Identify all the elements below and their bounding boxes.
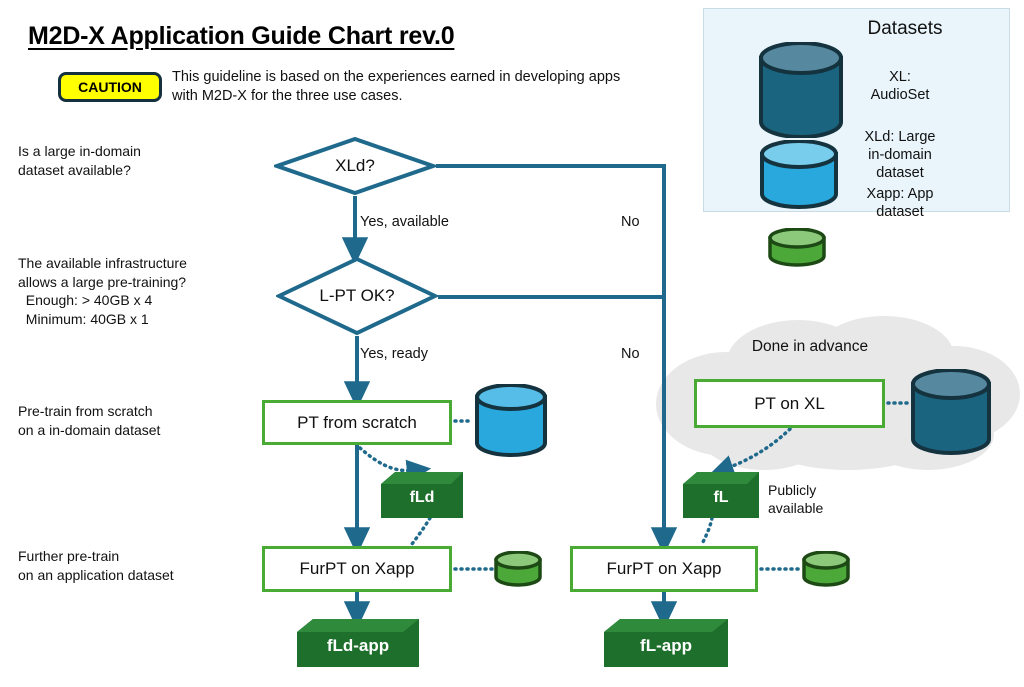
caution-badge: CAUTION	[58, 72, 162, 102]
process-furpt-on-xapp-left[interactable]: FurPT on Xapp	[262, 546, 452, 592]
question-label-2: The available infrastructure allows a la…	[18, 255, 187, 327]
process-pt-from-scratch-label: PT from scratch	[297, 412, 417, 432]
decision-xld[interactable]: XLd?	[274, 136, 436, 196]
process-pt-on-xl[interactable]: PT on XL	[694, 379, 885, 428]
process-furpt-on-xapp-right[interactable]: FurPT on Xapp	[570, 546, 758, 592]
caution-badge-label: CAUTION	[78, 79, 142, 95]
model-fld[interactable]: fLd	[381, 472, 463, 518]
database-cylinder-xapp-flow-right-icon	[801, 551, 851, 591]
edge-label-yes-available: Yes, available	[360, 214, 449, 230]
guide-chart-page: M2D-X Application Guide Chart rev.0 CAUT…	[0, 0, 1024, 687]
datasets-legend-title: Datasets	[867, 18, 943, 39]
model-fld-label: fLd	[409, 489, 435, 506]
question-label-1: Is a large in-domain dataset available?	[18, 143, 141, 178]
page-title: M2D-X Application Guide Chart rev.0	[28, 22, 455, 50]
model-fl[interactable]: fL	[683, 472, 759, 518]
database-cylinder-xl-flow-icon	[908, 369, 994, 459]
process-furpt-on-xapp-right-label: FurPT on Xapp	[606, 559, 722, 578]
model-fl-app[interactable]: fL-app	[604, 619, 728, 667]
process-pt-from-scratch[interactable]: PT from scratch	[262, 400, 452, 445]
publicly-available-note: Publicly available	[768, 482, 824, 516]
edge-label-no-1: No	[621, 214, 640, 230]
process-pt-on-xl-label: PT on XL	[754, 393, 825, 413]
model-fl-app-label: fL-app	[640, 636, 692, 655]
decision-xld-label: XLd?	[335, 156, 375, 175]
decision-lpt-label: L-PT OK?	[319, 286, 395, 305]
decision-lpt[interactable]: L-PT OK?	[276, 256, 438, 336]
question-label-4: Further pre-train on an application data…	[18, 548, 174, 583]
model-fl-label: fL	[713, 489, 729, 506]
database-cylinder-xapp-flow-left-icon	[493, 551, 543, 591]
cloud-label: Done in advance	[751, 338, 869, 355]
edge-label-no-2: No	[621, 346, 640, 362]
model-fld-app-label: fLd-app	[326, 636, 390, 655]
database-cylinder-xld-flow-icon	[473, 384, 549, 462]
legend-label-xld: XLd: Large in-domain dataset	[864, 129, 936, 181]
edge-label-yes-ready: Yes, ready	[360, 346, 428, 362]
caution-note: This guideline is based on the experienc…	[172, 69, 621, 104]
model-fld-app[interactable]: fLd-app	[297, 619, 419, 667]
question-label-3: Pre-train from scratch on a in-domain da…	[18, 403, 161, 438]
database-cylinder-xapp-icon	[766, 228, 828, 272]
legend-label-xapp: Xapp: App dataset	[866, 186, 934, 220]
legend-label-xl: XL: AudioSet	[870, 69, 930, 103]
process-furpt-on-xapp-left-label: FurPT on Xapp	[299, 559, 415, 578]
